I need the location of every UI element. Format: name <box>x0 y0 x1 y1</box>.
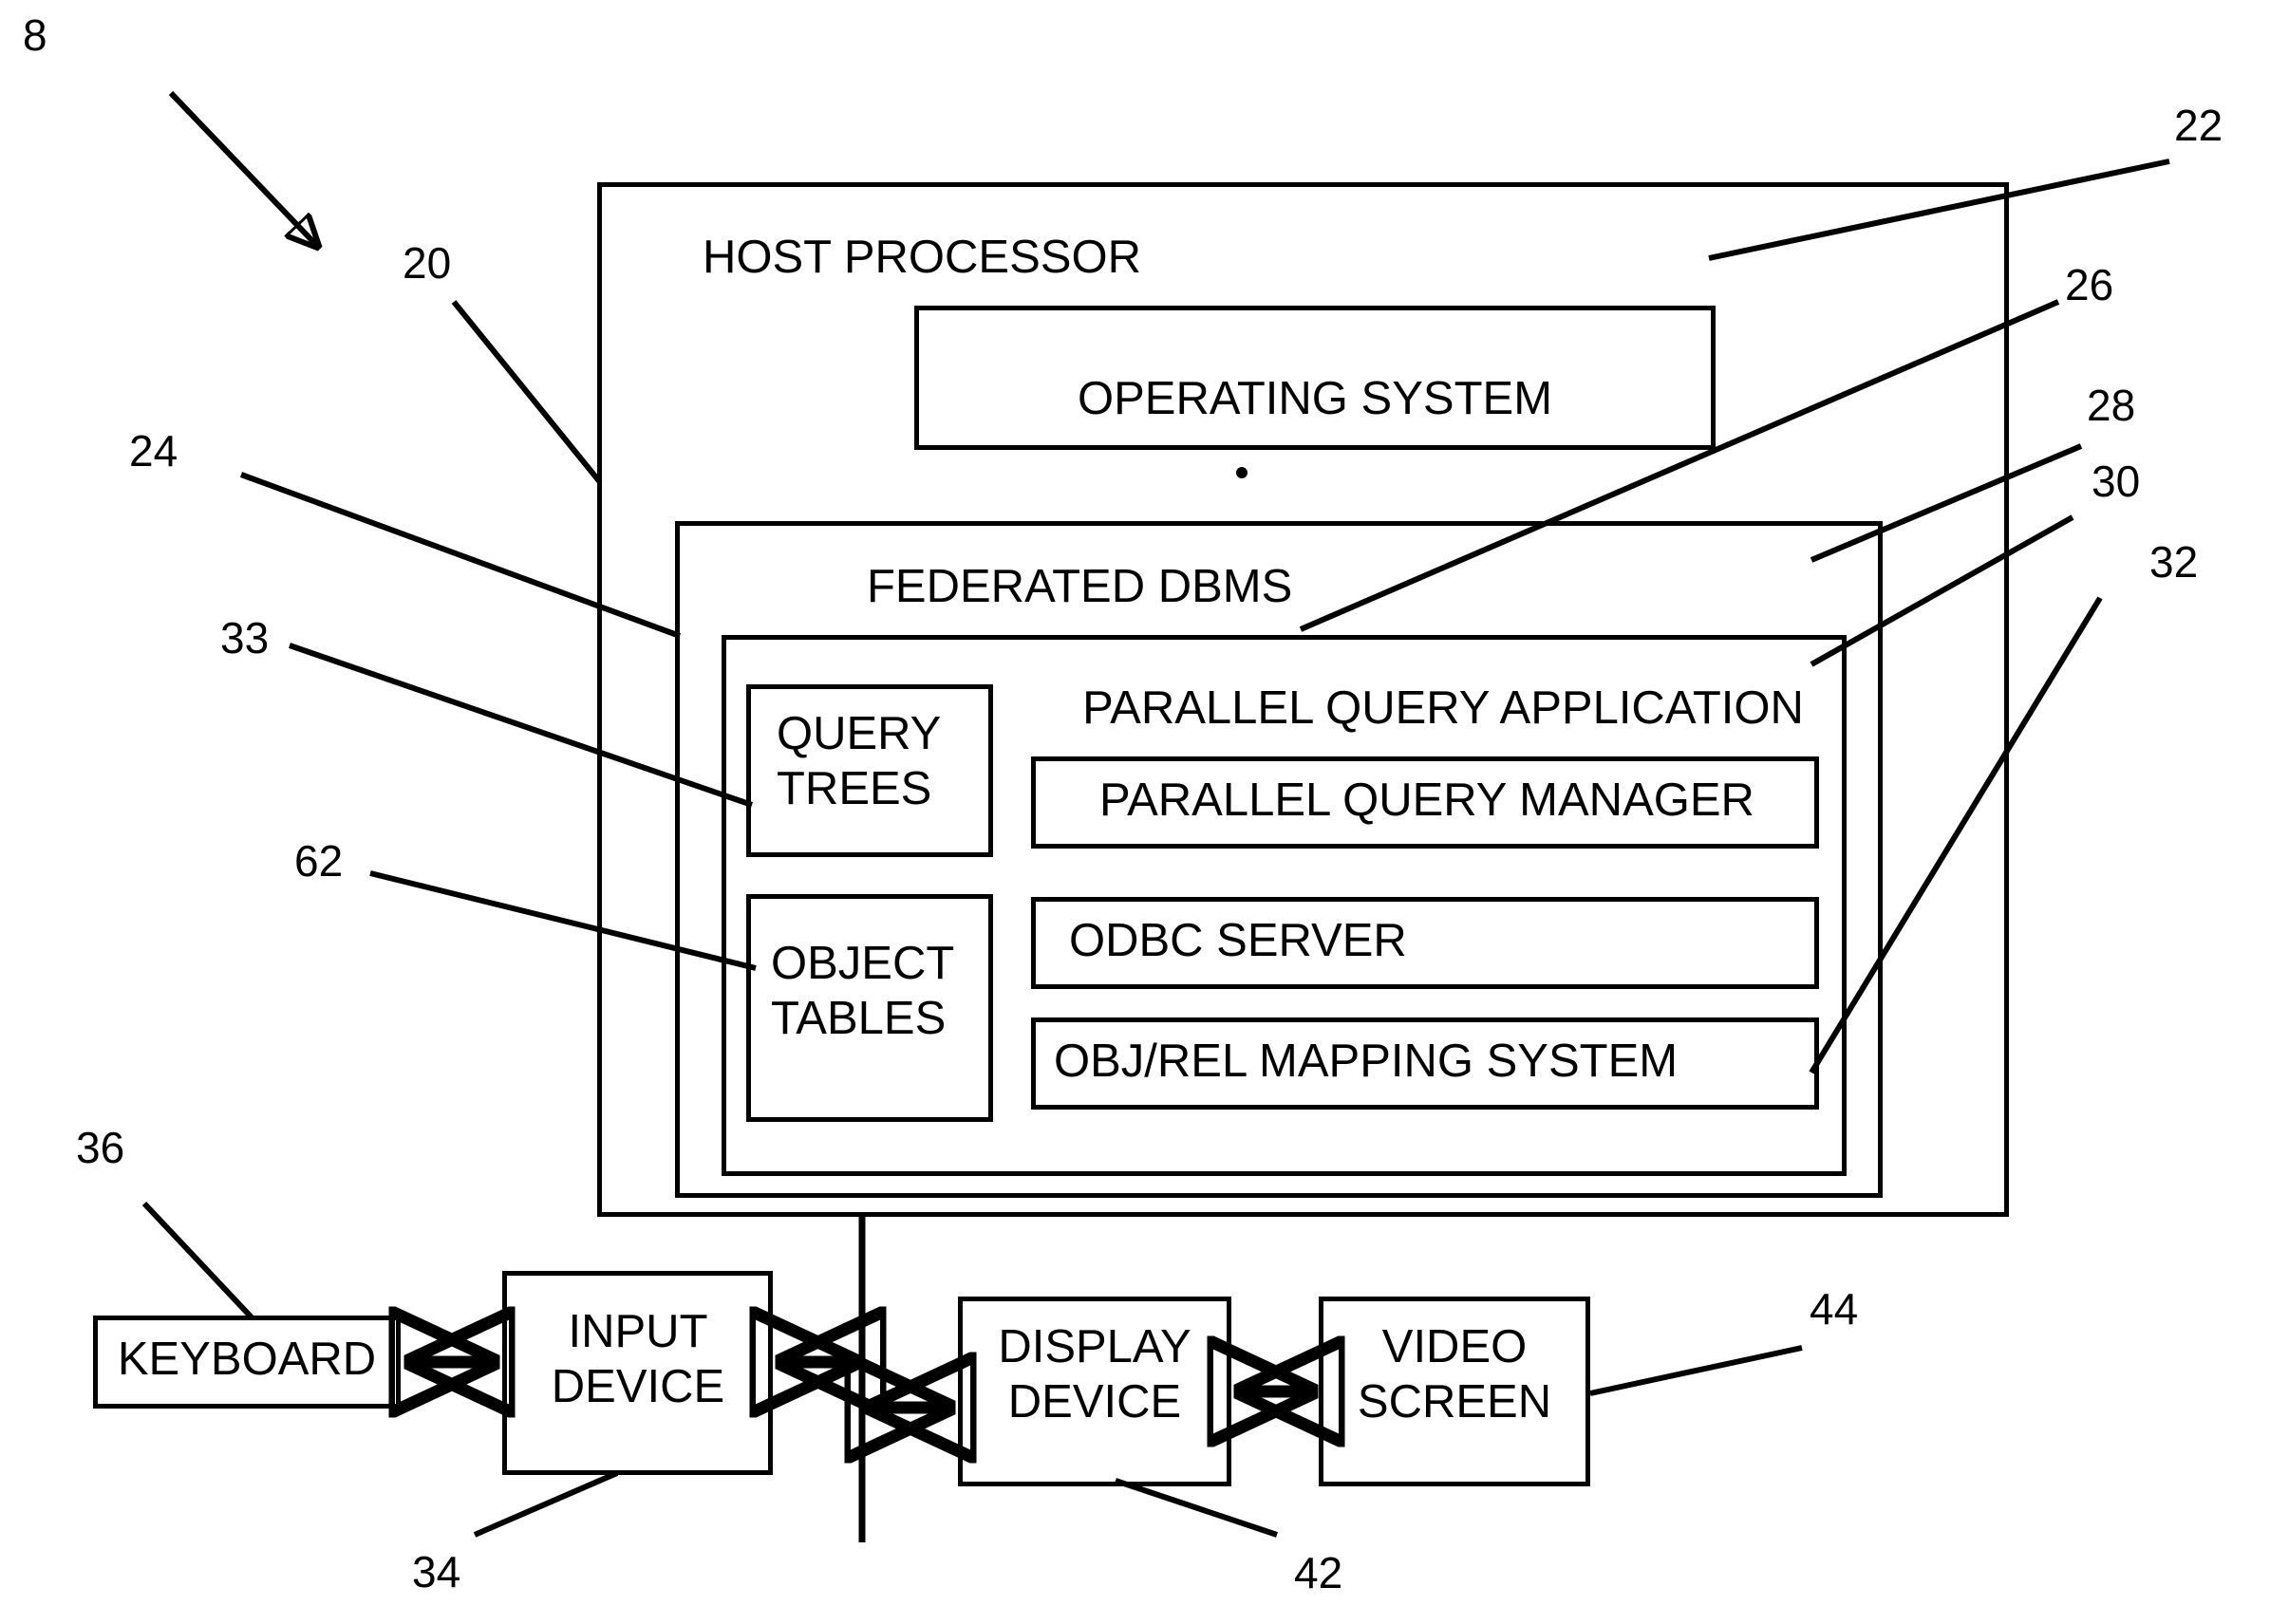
ref-numeral-32: 32 <box>2149 537 2199 587</box>
system-pointer-arrow <box>168 90 318 247</box>
video-screen-label-line2: SCREEN <box>1357 1376 1552 1428</box>
ref-numeral-34: 34 <box>412 1547 461 1596</box>
input-device-label-line2: DEVICE <box>551 1361 725 1412</box>
ref-numeral-24: 24 <box>129 426 178 476</box>
query-trees-label-line1: QUERY <box>777 708 942 759</box>
leader-20 <box>451 300 603 484</box>
leader-34 <box>473 1470 619 1538</box>
keyboard-label: KEYBOARD <box>117 1334 377 1385</box>
federated-dbms-label: FEDERATED DBMS <box>867 561 1293 612</box>
ref-numeral-62: 62 <box>294 836 344 886</box>
ref-numeral-20: 20 <box>403 238 452 288</box>
ref-numeral-36: 36 <box>76 1123 125 1172</box>
host-processor-label: HOST PROCESSOR <box>703 232 1141 283</box>
display-device-label-line1: DISPLAY <box>998 1321 1191 1372</box>
object-tables-label-line1: OBJECT <box>771 938 955 989</box>
obj-rel-mapping-system-label: OBJ/REL MAPPING SYSTEM <box>1054 1036 1679 1087</box>
leader-44 <box>1589 1345 1803 1396</box>
display-device-label-line2: DEVICE <box>1007 1376 1182 1428</box>
query-trees-label-line2: TREES <box>777 763 932 814</box>
separator-dot <box>1236 467 1248 478</box>
ref-numeral-33: 33 <box>220 613 270 663</box>
patent-figure: HOST PROCESSOR OPERATING SYSTEM FEDERATE… <box>0 0 2270 1624</box>
ref-numeral-26: 26 <box>2065 260 2114 309</box>
parallel-query-application-label: PARALLEL QUERY APPLICATION <box>1082 682 1804 734</box>
ref-numeral-42: 42 <box>1294 1548 1343 1597</box>
leader-42 <box>1115 1478 1278 1538</box>
object-tables-label-line2: TABLES <box>771 993 947 1044</box>
input-device-label-line1: INPUT <box>568 1306 708 1357</box>
operating-system-label: OPERATING SYSTEM <box>1077 373 1553 424</box>
ref-numeral-8: 8 <box>23 10 47 60</box>
ref-numeral-22: 22 <box>2174 101 2223 150</box>
ref-numeral-44: 44 <box>1810 1284 1859 1334</box>
ref-numeral-28: 28 <box>2087 381 2136 430</box>
parallel-query-manager-label: PARALLEL QUERY MANAGER <box>1099 775 1754 826</box>
ref-numeral-30: 30 <box>2092 457 2141 506</box>
odbc-server-label: ODBC SERVER <box>1069 915 1407 966</box>
video-screen-label-line1: VIDEO <box>1381 1321 1528 1372</box>
leader-36 <box>141 1201 254 1320</box>
